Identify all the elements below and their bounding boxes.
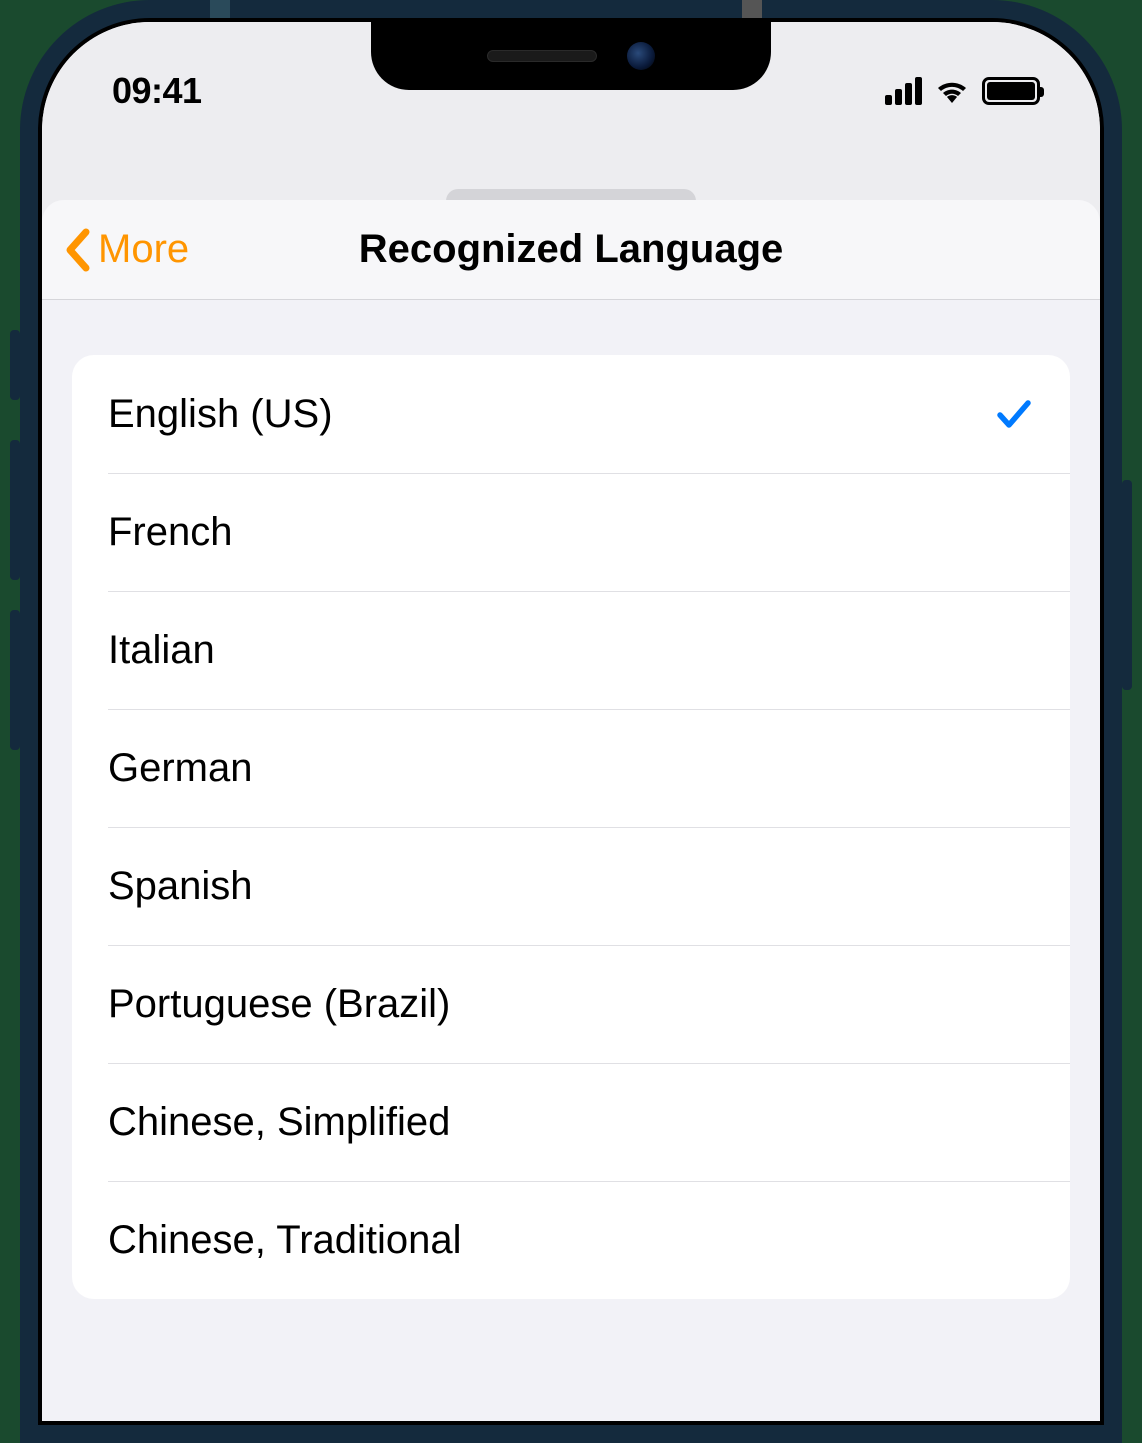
language-label: Chinese, Simplified (108, 1100, 450, 1145)
language-row[interactable]: Spanish (72, 827, 1070, 945)
chevron-left-icon (64, 228, 90, 272)
back-button-label: More (98, 227, 189, 272)
checkmark-icon (994, 394, 1034, 434)
language-label: Portuguese (Brazil) (108, 982, 450, 1027)
app-content: More Recognized Language English (US) Fre… (42, 22, 1100, 1421)
battery-icon (982, 77, 1040, 105)
antenna-band (742, 0, 762, 18)
antenna-band (210, 0, 230, 18)
speaker (487, 50, 597, 62)
language-label: Chinese, Traditional (108, 1218, 462, 1263)
list-container: English (US) French Italian German Spanish Po… (42, 300, 1100, 1299)
language-row[interactable]: German (72, 709, 1070, 827)
language-list: English (US) French Italian German Spanish Po… (72, 355, 1070, 1299)
language-row[interactable]: Italian (72, 591, 1070, 709)
cellular-signal-icon (885, 77, 922, 105)
language-label: Italian (108, 628, 215, 673)
phone-frame: 09:41 (0, 0, 1142, 1443)
language-row[interactable]: Chinese, Traditional (72, 1181, 1070, 1299)
power-button[interactable] (1122, 480, 1132, 690)
phone-body: 09:41 (20, 0, 1122, 1443)
language-label: Spanish (108, 864, 253, 909)
status-time: 09:41 (112, 70, 202, 112)
mute-switch[interactable] (10, 330, 20, 400)
modal-sheet: More Recognized Language English (US) Fre… (42, 200, 1100, 1421)
language-row[interactable]: Chinese, Simplified (72, 1063, 1070, 1181)
status-icons (885, 77, 1040, 105)
page-title: Recognized Language (42, 227, 1100, 272)
volume-up-button[interactable] (10, 440, 20, 580)
front-camera (627, 42, 655, 70)
language-label: French (108, 510, 233, 555)
language-label: German (108, 746, 253, 791)
wifi-icon (934, 78, 970, 104)
notch (371, 22, 771, 90)
back-button[interactable]: More (42, 227, 189, 272)
language-label: English (US) (108, 392, 333, 437)
language-row[interactable]: English (US) (72, 355, 1070, 473)
screen: 09:41 (42, 22, 1100, 1421)
navigation-bar: More Recognized Language (42, 200, 1100, 300)
volume-down-button[interactable] (10, 610, 20, 750)
language-row[interactable]: French (72, 473, 1070, 591)
language-row[interactable]: Portuguese (Brazil) (72, 945, 1070, 1063)
